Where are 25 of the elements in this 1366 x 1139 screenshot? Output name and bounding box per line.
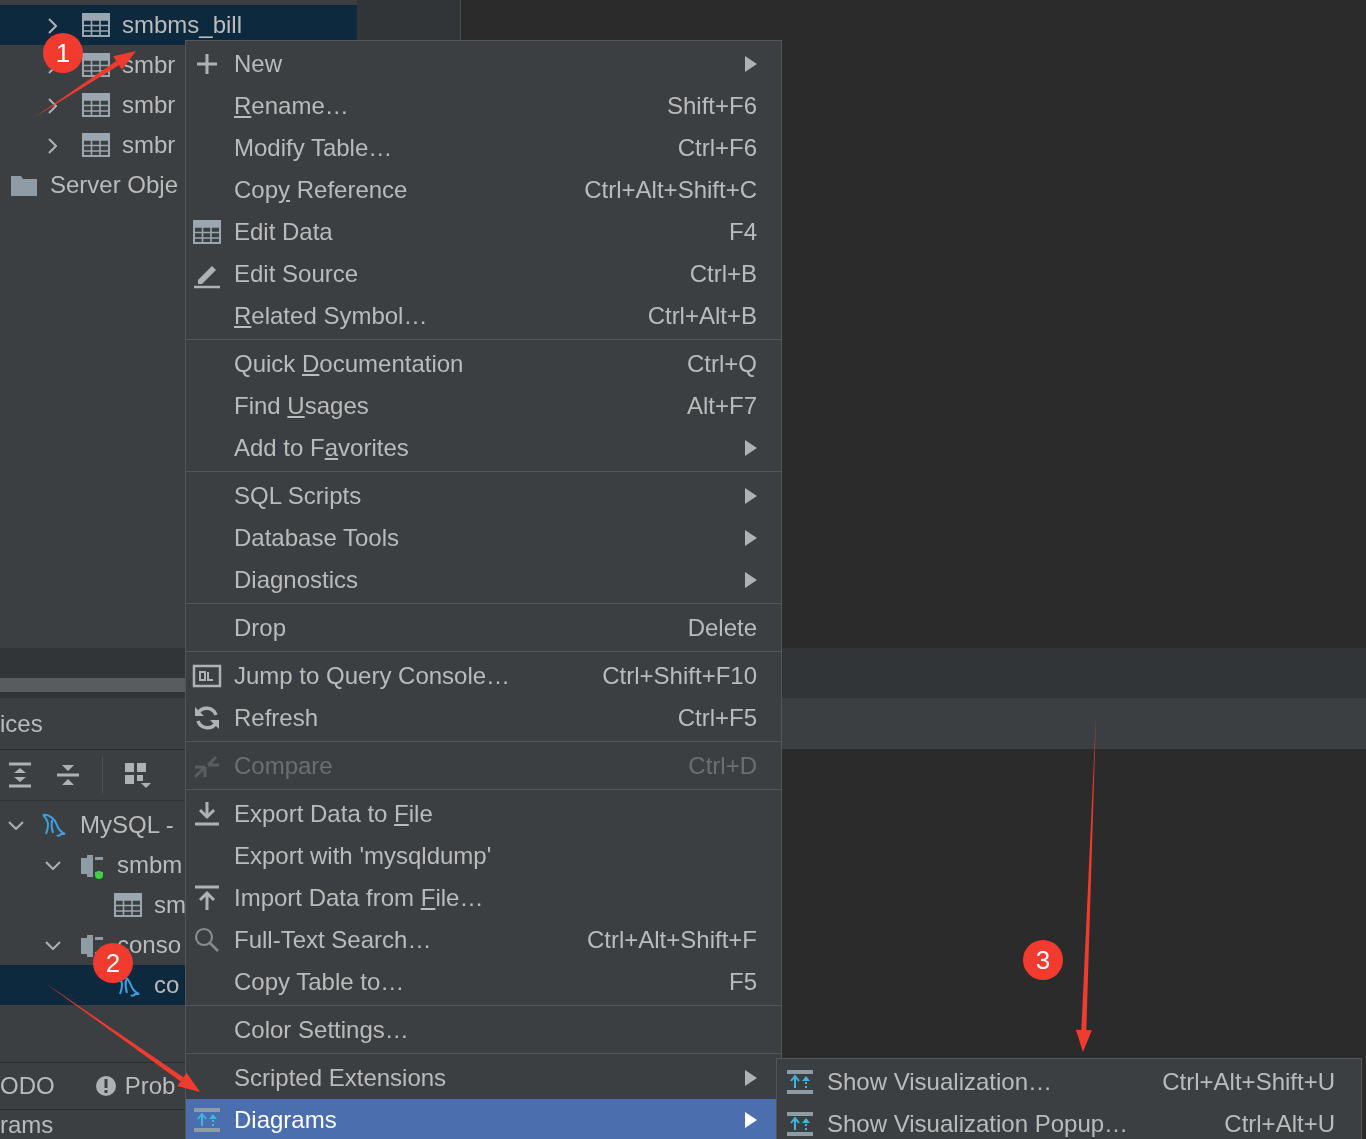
item-label: sm [154, 891, 186, 919]
shortcut-label: Alt+F7 [686, 392, 757, 420]
panel-title: ices [0, 709, 43, 738]
item-label: MySQL - [80, 811, 174, 839]
shortcut-label: Ctrl+Alt+Shift+U [1162, 1068, 1335, 1096]
shortcut-label: Ctrl+B [689, 260, 757, 288]
item-label: Server Obje [50, 174, 179, 196]
shortcut-label: Ctrl+Q [687, 350, 757, 378]
item-label: smbr [122, 134, 176, 156]
shortcut-label: Ctrl+F5 [677, 704, 757, 732]
item-label: smbr [122, 94, 176, 116]
shortcut-label: Ctrl+Alt+Shift+F [586, 926, 757, 954]
shortcut-label: Delete [687, 614, 757, 642]
shortcut-label: Ctrl+F6 [677, 134, 757, 162]
item-label: co [154, 971, 180, 999]
shortcut-label: F5 [729, 968, 757, 996]
item-label: smbms_bill [122, 14, 243, 36]
shortcut-label: F4 [729, 218, 757, 246]
shortcut-label: Ctrl+Alt+Shift+C [584, 176, 757, 204]
shortcut-label: Ctrl+Shift+F10 [602, 662, 757, 690]
item-label: smbr [122, 54, 176, 76]
shortcut-label: Shift+F6 [666, 92, 757, 120]
shortcut-label: Ctrl+Alt+B [647, 302, 757, 330]
shortcut-label: Ctrl+Alt+U [1224, 1110, 1335, 1138]
item-label: smbm [117, 851, 183, 879]
